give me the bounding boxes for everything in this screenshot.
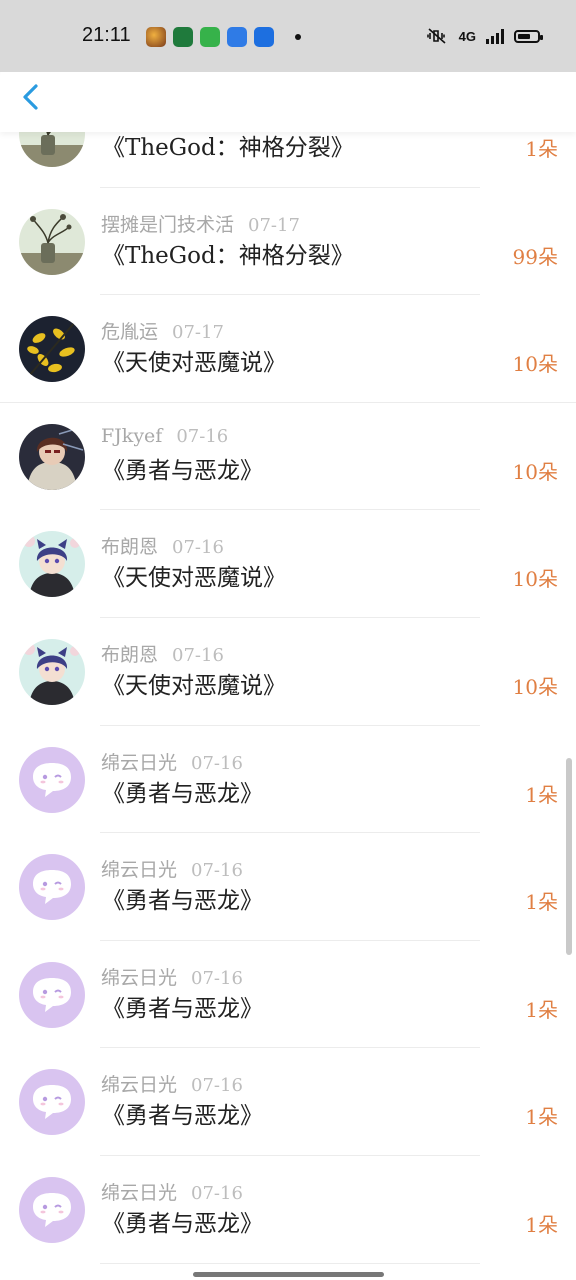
divider [100,1262,480,1264]
username: 摆摊是门技术活 [101,213,235,236]
username: 危胤运 [101,321,159,344]
battery-icon [514,29,543,43]
book-title: 《勇者与恶龙》 [102,780,263,807]
gift-amount: 10朵 [512,674,558,699]
record-date: 07-16 [191,1075,243,1097]
book-title: 《天使对恶魔说》 [102,350,286,377]
gift-amount: 1朵 [525,1105,558,1130]
more-notifications-dot [295,34,301,40]
home-indicator[interactable] [193,1272,384,1277]
username: 绵云日光 [101,751,178,774]
gift-amount: 1朵 [525,137,558,161]
record-date: 07-16 [172,537,224,559]
avatar[interactable] [19,1069,85,1136]
username: 绵云日光 [101,966,178,989]
record-meta: 布朗恩 07-16 [101,532,224,559]
cloud-app-icon [227,27,247,47]
record-date: 07-17 [172,322,224,344]
avatar[interactable] [19,316,85,383]
list-item[interactable]: 布朗恩 07-16 《天使对恶魔说》 10朵 [0,510,576,618]
status-time: 21:11 [82,24,131,46]
status-bar: 21:11 4G [0,0,576,72]
book-title: 《天使对恶魔说》 [102,565,286,592]
mute-vibrate-icon [426,28,446,44]
list-item[interactable]: 布朗恩 07-16 《天使对恶魔说》 10朵 [0,618,576,726]
list-item[interactable]: 绵云日光 07-16 《勇者与恶龙》 1朵 [0,833,576,941]
list-item[interactable]: 摆摊是门技术活 07-17 《TheGod：神格分裂》 99朵 [0,188,576,296]
record-meta: FJkyef 07-16 [101,425,228,447]
list-item[interactable]: 《TheGod：神格分裂》 1朵 [0,132,576,188]
book-title: 《勇者与恶龙》 [102,1103,263,1130]
record-date: 07-16 [191,860,243,882]
avatar[interactable] [19,961,85,1028]
gift-amount: 10朵 [512,352,558,377]
notification-app-icons [146,27,274,47]
wechat-mini-icon [200,27,220,47]
book-title: 《TheGod：神格分裂》 [102,242,354,269]
signal-icon [486,28,504,44]
gift-amount: 99朵 [512,244,558,269]
avatar[interactable] [19,208,85,275]
record-meta: 绵云日光 07-16 [101,963,243,990]
avatar[interactable] [19,1176,85,1243]
book-title: 《勇者与恶龙》 [102,995,263,1022]
book-title: 《勇者与恶龙》 [102,1210,263,1237]
record-date: 07-16 [191,1182,243,1204]
gift-amount: 1朵 [525,890,558,915]
oppo-app-icon [173,27,193,47]
record-date: 07-17 [248,214,300,236]
book-title: 《天使对恶魔说》 [102,672,286,699]
username: FJkyef [101,424,163,447]
book-title: 《TheGod：神格分裂》 [102,135,354,161]
gift-amount: 1朵 [525,1212,558,1237]
avatar[interactable] [19,638,85,705]
book-title: 《勇者与恶龙》 [102,888,263,915]
avatar[interactable] [19,746,85,813]
record-meta: 危胤运 07-17 [101,317,224,344]
record-meta: 布朗恩 07-16 [101,640,224,667]
game-app-icon [146,27,166,47]
username: 布朗恩 [101,536,159,559]
record-date: 07-16 [172,644,224,666]
list-item[interactable]: 绵云日光 07-16 《勇者与恶龙》 1朵 [0,1156,576,1264]
record-meta: 绵云日光 07-16 [101,1070,243,1097]
record-meta: 绵云日光 07-16 [101,748,243,775]
avatar[interactable] [19,423,85,490]
gift-record-list[interactable]: 《TheGod：神格分裂》 1朵 摆摊是门技术活 07-17 《TheGod：神格… [0,132,576,1280]
list-item[interactable]: FJkyef 07-16 《勇者与恶龙》 10朵 [0,403,576,511]
record-date: 07-16 [176,425,229,447]
record-date: 07-16 [191,752,243,774]
record-date: 07-16 [191,967,243,989]
avatar[interactable] [19,531,85,598]
username: 布朗恩 [101,643,159,666]
gift-amount: 10朵 [512,459,558,484]
book-title: 《勇者与恶龙》 [102,457,263,484]
list-item[interactable]: 绵云日光 07-16 《勇者与恶龙》 1朵 [0,941,576,1049]
record-meta: 绵云日光 07-16 [101,855,243,882]
record-meta: 绵云日光 07-16 [101,1178,243,1205]
gift-amount: 1朵 [525,997,558,1022]
scrollbar[interactable] [566,758,572,955]
list-item[interactable]: 绵云日光 07-16 《勇者与恶龙》 1朵 [0,1048,576,1156]
username: 绵云日光 [101,1074,178,1097]
text-app-icon [254,27,274,47]
avatar[interactable] [19,132,85,167]
username: 绵云日光 [101,859,178,882]
list-item[interactable]: 绵云日光 07-16 《勇者与恶龙》 1朵 [0,726,576,834]
username: 绵云日光 [101,1181,178,1204]
system-icons: 4G [425,27,543,45]
record-meta: 摆摊是门技术活 07-17 [101,210,300,237]
gift-amount: 10朵 [512,567,558,592]
back-button[interactable] [14,80,48,114]
avatar[interactable] [19,854,85,921]
list-item[interactable]: 危胤运 07-17 《天使对恶魔说》 10朵 [0,295,576,403]
gift-amount: 1朵 [525,782,558,807]
network-type: 4G [458,28,476,44]
